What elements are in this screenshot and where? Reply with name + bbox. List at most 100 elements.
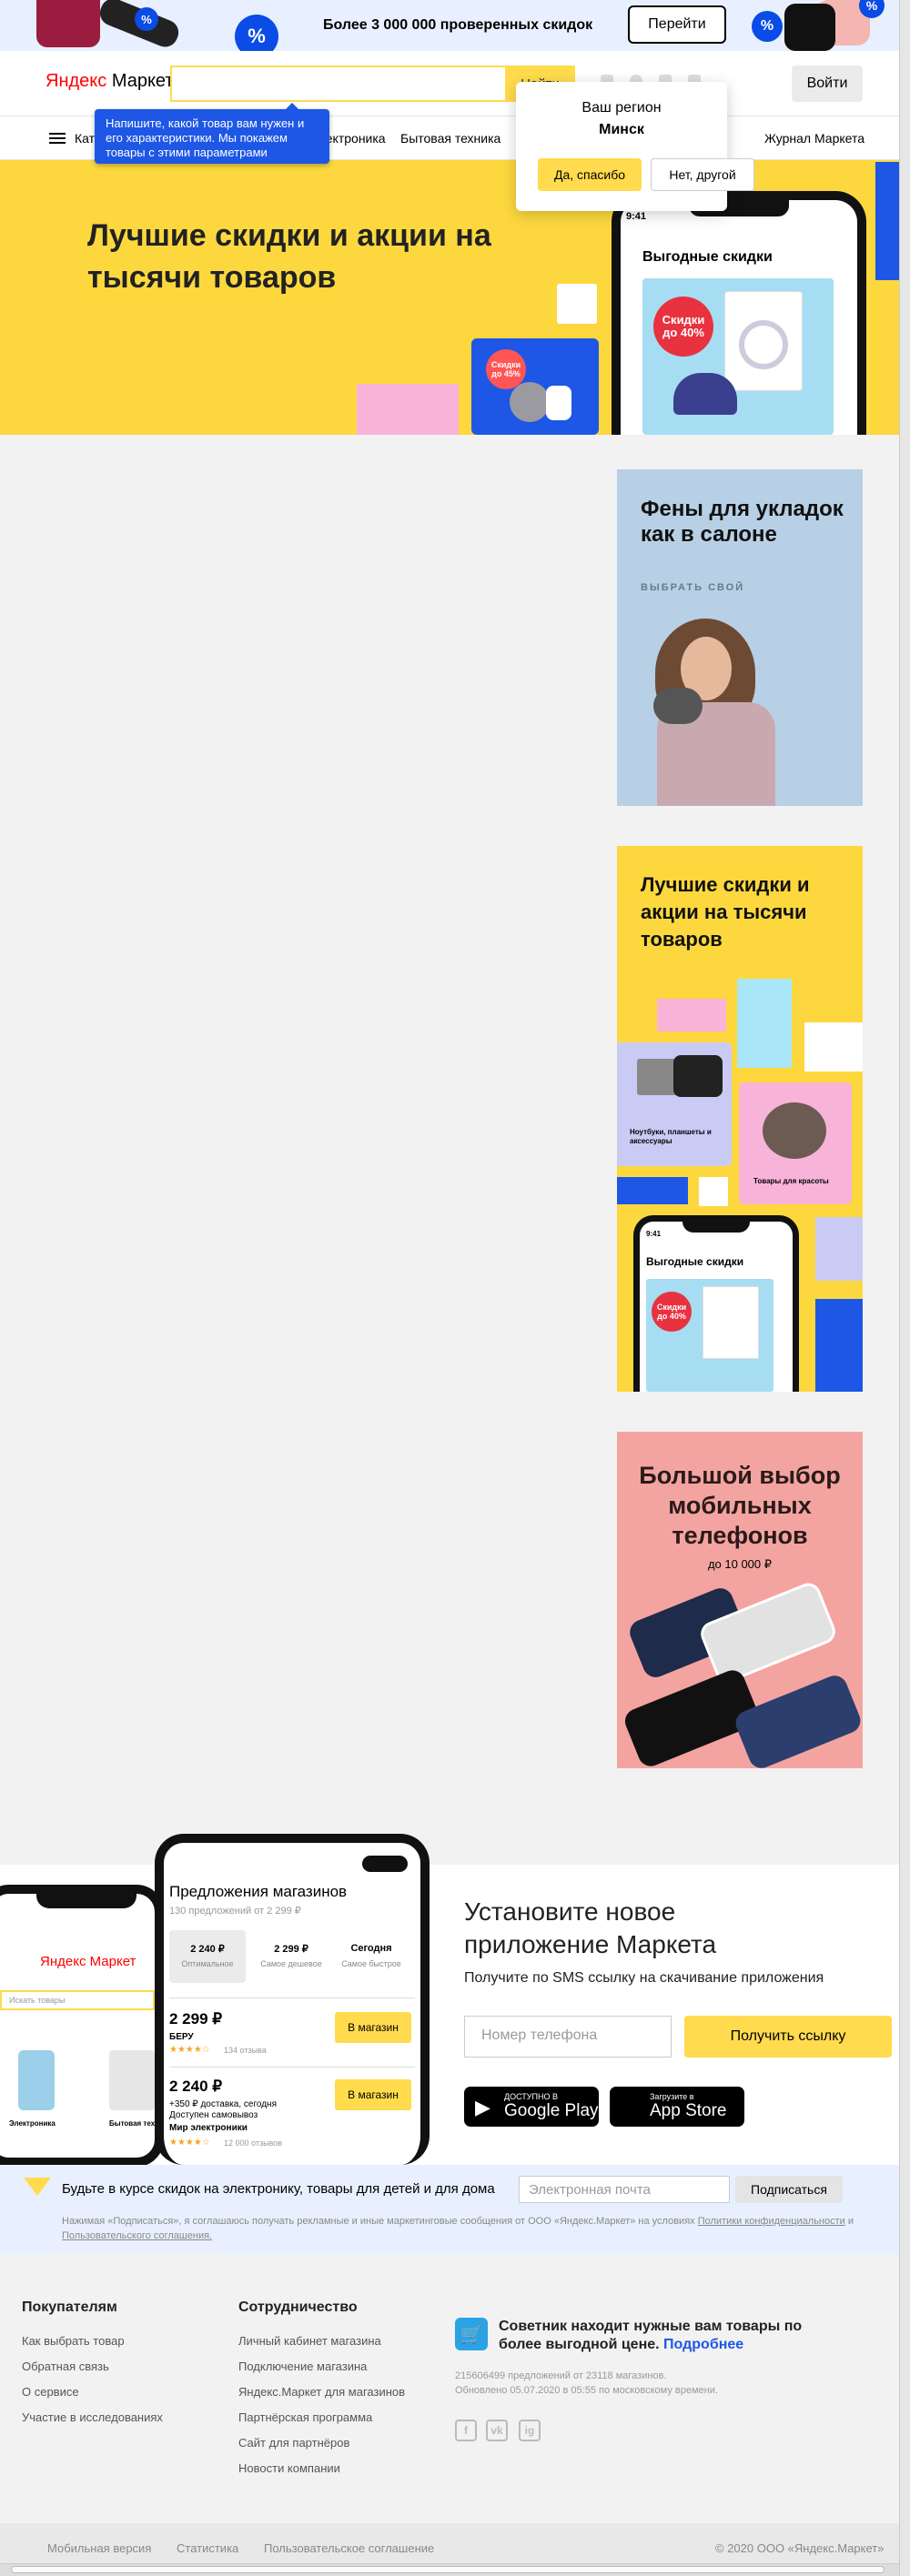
app-offer2-delivery: +350 ₽ доставка, сегодня bbox=[169, 2099, 277, 2109]
bottom-link-agreement[interactable]: Пользовательское соглашение bbox=[264, 2541, 434, 2555]
region-no-button[interactable]: Нет, другой bbox=[651, 158, 754, 191]
footer-link-partner-site[interactable]: Сайт для партнёров bbox=[238, 2436, 349, 2450]
user-agreement-link[interactable]: Пользовательского соглашения. bbox=[62, 2230, 212, 2241]
iron-image bbox=[673, 373, 737, 415]
vertical-scrollbar[interactable] bbox=[899, 0, 910, 2576]
washing-machine-door bbox=[739, 320, 788, 369]
banner2-deco-lilac bbox=[815, 1217, 863, 1281]
app-tab1-price[interactable]: 2 240 ₽ bbox=[169, 1943, 246, 1955]
footer-stats: 215606499 предложений от 23118 магазинов… bbox=[455, 2369, 837, 2398]
login-button[interactable]: Войти bbox=[792, 65, 863, 102]
footer-link-news[interactable]: Новости компании bbox=[238, 2461, 340, 2475]
phone-number-input[interactable]: Номер телефона bbox=[464, 2016, 672, 2058]
app-mock-title: Предложения магазинов bbox=[169, 1883, 348, 1900]
subscribe-fine-print: Нажимая «Подписаться», я соглашаюсь полу… bbox=[62, 2216, 854, 2241]
stats-offers: 215606499 предложений от 23118 магазинов… bbox=[455, 2370, 667, 2381]
app-tab3-label: Самое быстрое bbox=[341, 1959, 401, 1968]
footer-link-market-for-shops[interactable]: Яндекс.Маркет для магазинов bbox=[238, 2385, 405, 2399]
smartwatch-image bbox=[784, 4, 835, 51]
region-popup: Ваш регион Минск Да, спасибо Нет, другой bbox=[516, 82, 754, 211]
email-input[interactable]: Электронная почта bbox=[519, 2176, 730, 2203]
nav-journal[interactable]: Журнал Маркета bbox=[764, 131, 864, 146]
app-left-logo: Яндекс Маркет bbox=[40, 1954, 136, 1969]
app-tab3-price[interactable]: Сегодня bbox=[333, 1943, 410, 1954]
app-store-button[interactable]: Загрузите в App Store bbox=[610, 2087, 744, 2127]
logo[interactable]: Яндекс Маркет bbox=[46, 71, 174, 92]
app-left-iphone-image bbox=[18, 2050, 55, 2110]
footer-link-research[interactable]: Участие в исследованиях bbox=[22, 2410, 163, 2424]
google-play-button[interactable]: ▶ ДОСТУПНО В Google Play bbox=[464, 2087, 599, 2127]
banner2-badge-40: Скидки до 40% bbox=[652, 1292, 692, 1332]
vk-icon[interactable]: vk bbox=[486, 2420, 508, 2441]
hero-badge-40: Скидки до 40% bbox=[653, 297, 713, 357]
bottom-link-stats[interactable]: Статистика bbox=[177, 2541, 238, 2555]
footer-link-partner-program[interactable]: Партнёрская программа bbox=[238, 2410, 372, 2424]
bag-image bbox=[36, 0, 100, 47]
app-offer2-shop: Мир электроники bbox=[169, 2123, 248, 2133]
horizontal-scrollbar-thumb[interactable] bbox=[11, 2566, 885, 2573]
google-play-small: ДОСТУПНО В bbox=[504, 2092, 558, 2101]
nav-appliances[interactable]: Бытовая техника bbox=[400, 131, 500, 146]
hero-phone-title: Выгодные скидки bbox=[642, 249, 773, 265]
banner2-deco-blue bbox=[617, 1177, 688, 1204]
footer-col2-title: Сотрудничество bbox=[238, 2299, 358, 2315]
get-link-button[interactable]: Получить ссылку bbox=[684, 2016, 892, 2058]
app-tab2-price[interactable]: 2 299 ₽ bbox=[253, 1943, 329, 1955]
region-yes-button[interactable]: Да, спасибо bbox=[538, 158, 642, 191]
advisor-more-link[interactable]: Подробнее bbox=[663, 2337, 743, 2352]
banner2-deco-cyan bbox=[737, 979, 792, 1068]
hero-phone-time: 9:41 bbox=[626, 211, 647, 222]
banner3-title: Большой выбор мобильных телефонов bbox=[639, 1462, 841, 1549]
app-offer1-price: 2 299 ₽ bbox=[169, 2010, 223, 2028]
logo-brand: Яндекс bbox=[46, 71, 107, 91]
app-tab1-label: Оптимальное bbox=[181, 1959, 234, 1968]
banner1-title: Фены для укладок как в салоне bbox=[641, 497, 844, 547]
banner2-title: Лучшие скидки и акции на тысячи товаров bbox=[641, 873, 810, 951]
footer-link-about[interactable]: О сервисе bbox=[22, 2385, 79, 2399]
stats-updated: Обновлено 05.07.2020 в 05:55 по московск… bbox=[455, 2385, 718, 2396]
percent-badge-watch: % bbox=[752, 11, 783, 42]
search-tooltip: Напишите, какой товар вам нужен и его ха… bbox=[95, 103, 329, 164]
app-offer2-button[interactable]: В магазин bbox=[335, 2079, 411, 2110]
app-left-washer-image bbox=[109, 2050, 155, 2110]
app-store-big: App Store bbox=[650, 2101, 727, 2120]
app-mock-subtitle: 130 предложений от 2 299 ₽ bbox=[169, 1906, 301, 1917]
facebook-icon[interactable]: f bbox=[455, 2420, 477, 2441]
instagram-icon[interactable]: ig bbox=[519, 2420, 541, 2441]
hero-deco-pink bbox=[357, 384, 459, 435]
google-play-icon: ▶ bbox=[475, 2096, 490, 2118]
app-offer2-price: 2 240 ₽ bbox=[169, 2078, 223, 2095]
hero-deco-square bbox=[557, 284, 597, 324]
banner2-deco-white2 bbox=[699, 1177, 728, 1206]
promo-go-button[interactable]: Перейти bbox=[628, 5, 726, 44]
region-question: Ваш регион bbox=[581, 100, 662, 116]
cosmetics-image bbox=[763, 1102, 826, 1159]
app-phone-camera bbox=[362, 1856, 408, 1872]
hero-title: Лучшие скидки и акции на тысячи товаров bbox=[87, 218, 491, 295]
footer-link-shop-cabinet[interactable]: Личный кабинет магазина bbox=[238, 2334, 381, 2348]
footer-link-feedback[interactable]: Обратная связь bbox=[22, 2360, 109, 2373]
menu-icon[interactable] bbox=[49, 133, 66, 144]
privacy-policy-link[interactable]: Политики конфиденциальности bbox=[698, 2216, 845, 2227]
subscribe-button[interactable]: Подписаться bbox=[735, 2176, 843, 2203]
earbuds-image bbox=[546, 386, 571, 420]
footer-col1-title: Покупателям bbox=[22, 2299, 117, 2315]
banner2-washer-image bbox=[703, 1286, 759, 1359]
footer-link-shop-connect[interactable]: Подключение магазина bbox=[238, 2360, 367, 2373]
banner2-phone-title: Выгодные скидки bbox=[646, 1255, 744, 1268]
app-offer1-stars: ★★★★☆ bbox=[169, 2045, 210, 2055]
percent-badge-small: % bbox=[135, 7, 158, 31]
banner1-subtitle: ВЫБРАТЬ СВОЙ bbox=[641, 582, 745, 593]
copyright: © 2020 ООО «Яндекс.Маркет» bbox=[715, 2541, 885, 2555]
speaker-image bbox=[510, 382, 550, 422]
banner2-deco-white bbox=[804, 1022, 863, 1072]
app-offer1-shop: БЕРУ bbox=[169, 2032, 194, 2042]
banner3-subtitle: до 10 000 ₽ bbox=[707, 1557, 773, 1571]
hairdryer-image bbox=[653, 688, 703, 724]
app-offer2-stars: ★★★★☆ bbox=[169, 2138, 210, 2148]
bottom-link-mobile[interactable]: Мобильная версия bbox=[47, 2541, 151, 2555]
app-offer1-reviews: 134 отзыва bbox=[224, 2046, 267, 2055]
footer-link-how-to-choose[interactable]: Как выбрать товар bbox=[22, 2334, 125, 2348]
banner2-card1-label: Ноутбуки, планшеты и аксессуары bbox=[630, 1128, 712, 1145]
app-offer1-button[interactable]: В магазин bbox=[335, 2012, 411, 2043]
